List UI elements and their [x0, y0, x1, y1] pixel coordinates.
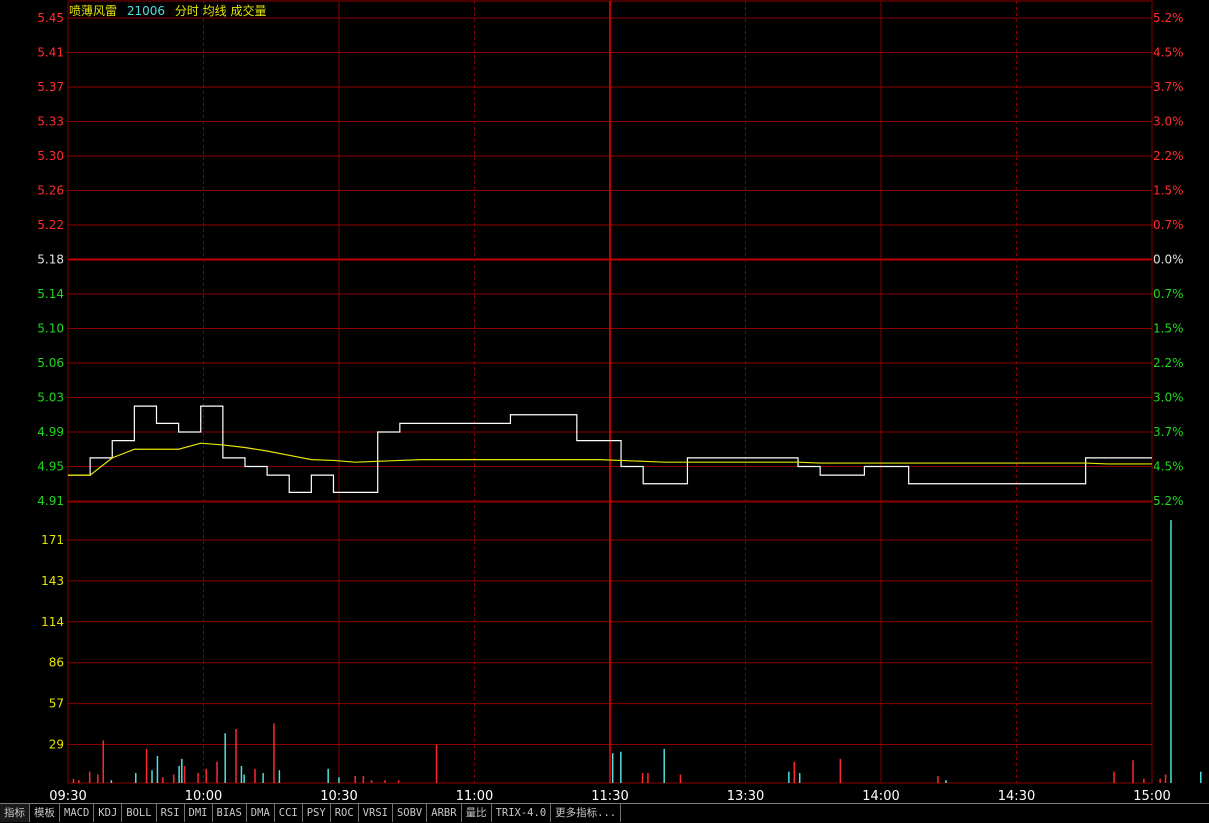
time-tick-label: 10:00 [185, 789, 222, 803]
price-tick-label: 5.22 [37, 218, 64, 232]
panel-labels: 分时 均线 成交量 [174, 4, 267, 18]
price-tick-label: 5.30 [37, 149, 64, 163]
indicator-tab[interactable]: DMA [247, 804, 275, 822]
time-tick-label: 09:30 [49, 789, 86, 803]
stock-name: 喷薄风雷 [69, 4, 118, 18]
volume-tick-label: 29 [49, 738, 64, 752]
volume-tick-label: 57 [49, 697, 64, 711]
time-tick-label: 14:00 [862, 789, 899, 803]
price-tick-label: 5.14 [37, 287, 64, 301]
indicator-tab[interactable]: 量比 [462, 804, 492, 822]
pct-tick-label: 2.2% [1153, 356, 1184, 370]
time-tick-label: 14:30 [998, 789, 1035, 803]
pct-tick-label: 5.2% [1153, 11, 1184, 25]
indicator-tab[interactable]: ARBR [427, 804, 462, 822]
indicator-tab-bar: 指标 模板 MACD KDJ BOLL RSI DMI BIAS DMA CCI PSY ROC VRS… [0, 803, 1209, 823]
indicator-tab[interactable]: ROC [331, 804, 359, 822]
pct-tick-label: 1.5% [1153, 322, 1184, 336]
price-tick-label: 5.03 [37, 391, 64, 405]
pct-tick-label: 0.0% [1153, 253, 1184, 267]
time-tick-label: 13:30 [727, 789, 764, 803]
indicator-tab[interactable]: SOBV [393, 804, 428, 822]
pct-tick-label: 3.7% [1153, 425, 1184, 439]
price-tick-label: 4.99 [37, 425, 64, 439]
indicator-tab[interactable]: BOLL [122, 804, 157, 822]
indicator-tab[interactable]: VRSI [359, 804, 393, 822]
price-tick-label: 5.37 [37, 80, 64, 94]
volume-tick-label: 114 [41, 615, 64, 629]
indicator-tab[interactable]: KDJ [94, 804, 123, 822]
indicator-tab[interactable]: 更多指标... [551, 804, 622, 822]
price-tick-label: 5.26 [37, 184, 64, 198]
intraday-chart: 5.45 5.2% 5.41 4.5% 5.37 3.7% 5.33 3.0% 5.30 2.2%… [37, 0, 1202, 803]
pct-tick-label: 4.5% [1153, 46, 1184, 60]
pct-tick-label: 0.7% [1153, 218, 1184, 232]
pct-tick-label: 4.5% [1153, 460, 1184, 474]
indicator-tab[interactable]: PSY [303, 804, 331, 822]
indicator-tab[interactable]: BIAS [213, 804, 247, 822]
pct-tick-label: 3.7% [1153, 80, 1184, 94]
time-tick-label: 11:00 [456, 789, 493, 803]
pct-tick-label: 5.2% [1153, 494, 1184, 508]
stock-code: 21006 [126, 4, 166, 18]
indicator-tab[interactable]: DMI [185, 804, 213, 822]
indicator-tab[interactable]: TRIX-4.0 [492, 804, 552, 822]
price-tick-label: 4.91 [37, 494, 64, 508]
price-tick-label: 5.10 [37, 322, 64, 336]
indicator-tab[interactable]: CCI [275, 804, 303, 822]
indicator-tab[interactable]: MACD [60, 804, 95, 822]
price-tick-label: 5.18 [37, 253, 64, 267]
price-tick-label: 5.41 [37, 46, 64, 60]
pct-tick-label: 3.0% [1153, 115, 1184, 129]
volume-tick-label: 143 [41, 574, 64, 588]
volume-tick-label: 171 [41, 533, 64, 547]
pct-tick-label: 2.2% [1153, 149, 1184, 163]
price-tick-label: 5.45 [37, 11, 64, 25]
pct-tick-label: 3.0% [1153, 391, 1184, 405]
price-tick-label: 4.95 [37, 460, 64, 474]
price-tick-label: 5.33 [37, 115, 64, 129]
time-tick-label: 10:30 [320, 789, 357, 803]
time-tick-label: 15:00 [1133, 789, 1170, 803]
pct-tick-label: 0.7% [1153, 287, 1184, 301]
volume-tick-label: 86 [49, 656, 64, 670]
indicator-tab[interactable]: RSI [157, 804, 185, 822]
pct-tick-label: 1.5% [1153, 184, 1184, 198]
indicator-tab[interactable]: 指标 [0, 804, 30, 822]
indicator-tab[interactable]: 模板 [30, 804, 60, 822]
time-tick-label: 11:30 [591, 789, 628, 803]
chart-header: 喷薄风雷 21006 分时 均线 成交量 [69, 2, 273, 19]
price-tick-label: 5.06 [37, 356, 64, 370]
